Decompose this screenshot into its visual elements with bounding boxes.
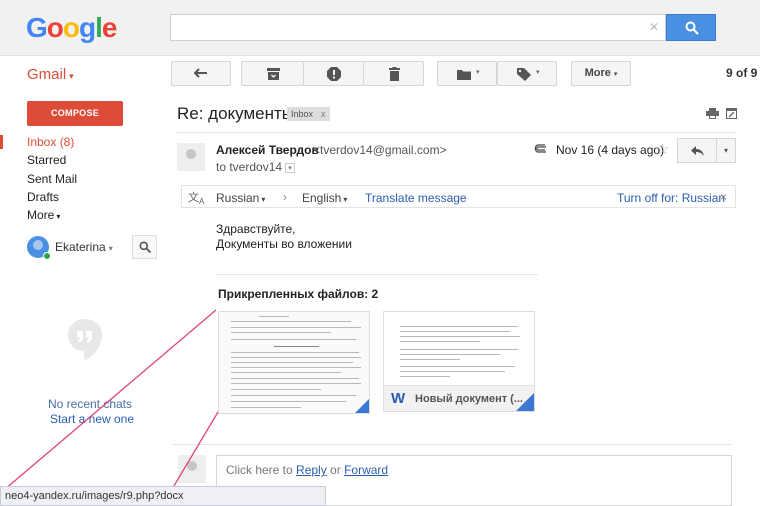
language-arrow: › [283,190,287,204]
archive-icon [267,68,280,80]
chevron-down-icon: ▾ [476,69,480,76]
chevron-down-icon: ▾ [536,69,540,76]
source-language-select[interactable]: Russian ▾ [216,191,265,205]
sender-email: <tverdov14@gmail.com> [313,143,447,157]
divider [177,132,737,133]
status-bar-url: neo4-yandex.ru/images/r9.php?docx [0,486,326,506]
attachment-thumbnail[interactable] [218,311,370,414]
online-status-icon [43,252,51,260]
remove-label-icon[interactable]: x [321,109,326,119]
report-spam-button[interactable] [303,61,364,86]
archive-button[interactable] [241,61,304,86]
attachments-title: Прикрепленных файлов: 2 [218,287,379,301]
trash-icon [389,67,400,81]
target-language-select[interactable]: English ▾ [302,191,347,205]
sidebar-item-drafts[interactable]: Drafts [27,190,59,204]
compose-button[interactable]: COMPOSE [27,101,123,126]
new-window-icon[interactable] [726,108,737,119]
message-subject: Re: документы [177,104,295,123]
message-body-line: Здравствуйте, [216,222,296,236]
star-icon[interactable]: ☆ [656,140,669,158]
sender-name[interactable]: Алексей Твердов [216,143,319,157]
attachment-footer: W Новый документ (... [384,385,534,411]
recipient-line: to tverdov14 ▾ [216,160,296,174]
delete-button[interactable] [363,61,424,86]
clear-search-icon[interactable]: ✕ [649,20,659,34]
no-recent-chats-text: No recent chats [47,397,133,411]
reply-link[interactable]: Reply [296,463,327,477]
show-details-icon[interactable]: ▾ [285,162,296,173]
more-button[interactable]: More ▾ [571,61,631,86]
message-body-line: Документы во вложении [216,237,352,251]
search-button[interactable] [666,14,716,41]
file-fold-icon [516,393,534,411]
gmail-menu[interactable]: Gmail ▾ [27,66,74,83]
hangouts-icon [68,319,102,361]
label-icon [517,68,531,81]
translate-icon: 文A [188,192,205,207]
pager: 9 of 9 [726,66,758,80]
folder-icon [457,70,471,80]
attachment-name: Новый документ (... [415,393,523,405]
word-document-icon: W [391,390,406,407]
turn-off-translation-link[interactable]: Turn off for: Russian [617,191,725,205]
back-button[interactable] [171,61,231,86]
google-logo[interactable]: Google [26,12,117,44]
chevron-down-icon: ▾ [723,146,728,155]
sidebar-item-starred[interactable]: Starred [27,153,66,167]
user-name: Ekaterina [55,240,106,254]
start-new-chat-link[interactable]: Start a new one [0,412,184,426]
attachment-icon [534,144,546,153]
reply-icon [691,146,704,156]
print-icon[interactable] [706,108,719,119]
divider [216,274,538,275]
active-nav-indicator [0,135,3,149]
sidebar-item-sent-mail[interactable]: Sent Mail [27,172,77,186]
file-fold-icon [355,399,369,413]
sender-avatar [177,143,205,171]
reply-options-button[interactable]: ▾ [716,138,736,163]
close-icon[interactable]: × [720,190,727,204]
translate-message-link[interactable]: Translate message [365,191,467,205]
search-icon [139,241,151,253]
reply-button[interactable] [677,138,717,163]
sidebar-item-more[interactable]: More ▾ [27,208,60,222]
forward-link[interactable]: Forward [344,463,388,477]
inbox-label-chip[interactable]: Inbox x [287,107,330,121]
report-spam-icon [327,67,341,81]
labels-button[interactable]: ▾ [497,61,557,86]
attachment-thumbnail[interactable]: W Новый документ (... [383,311,535,412]
message-date: Nov 16 (4 days ago) [556,143,665,157]
sidebar-item-inbox[interactable]: Inbox (8) [27,135,74,149]
move-to-button[interactable]: ▾ [437,61,497,86]
translate-bar: 文A Russian ▾ › English ▾ Translate message… [181,185,736,208]
arrow-left-icon [194,68,207,78]
top-header: Google ✕ [0,0,760,56]
divider [172,444,732,445]
people-search-button[interactable] [132,235,157,259]
reply-avatar [178,455,206,483]
search-icon [685,21,699,35]
search-input[interactable]: ✕ [170,14,666,41]
